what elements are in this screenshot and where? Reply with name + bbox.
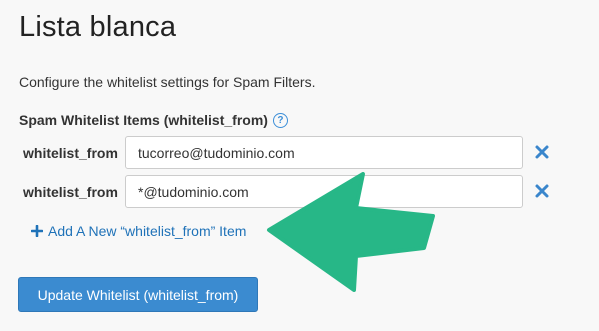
remove-item-icon[interactable] bbox=[533, 182, 551, 200]
page-title: Lista blanca bbox=[19, 11, 177, 43]
section-heading: Spam Whitelist Items (whitelist_from) ? bbox=[19, 112, 288, 128]
section-heading-label: Spam Whitelist Items (whitelist_from) bbox=[19, 112, 268, 128]
arrow-left-icon bbox=[267, 172, 435, 292]
update-whitelist-button[interactable]: Update Whitelist (whitelist_from) bbox=[18, 277, 258, 312]
whitelist-row: whitelist_from bbox=[23, 136, 563, 170]
add-item-link[interactable]: Add A New “whitelist_from” Item bbox=[31, 223, 246, 239]
remove-item-icon[interactable] bbox=[533, 143, 551, 161]
whitelist-input[interactable] bbox=[125, 136, 523, 169]
whitelist-row-label: whitelist_from bbox=[23, 184, 118, 200]
plus-icon bbox=[31, 225, 43, 237]
page-description: Configure the whitelist settings for Spa… bbox=[19, 74, 316, 90]
help-icon[interactable]: ? bbox=[272, 112, 288, 128]
whitelist-row-label: whitelist_from bbox=[23, 145, 118, 161]
add-item-label: Add A New “whitelist_from” Item bbox=[48, 223, 247, 239]
